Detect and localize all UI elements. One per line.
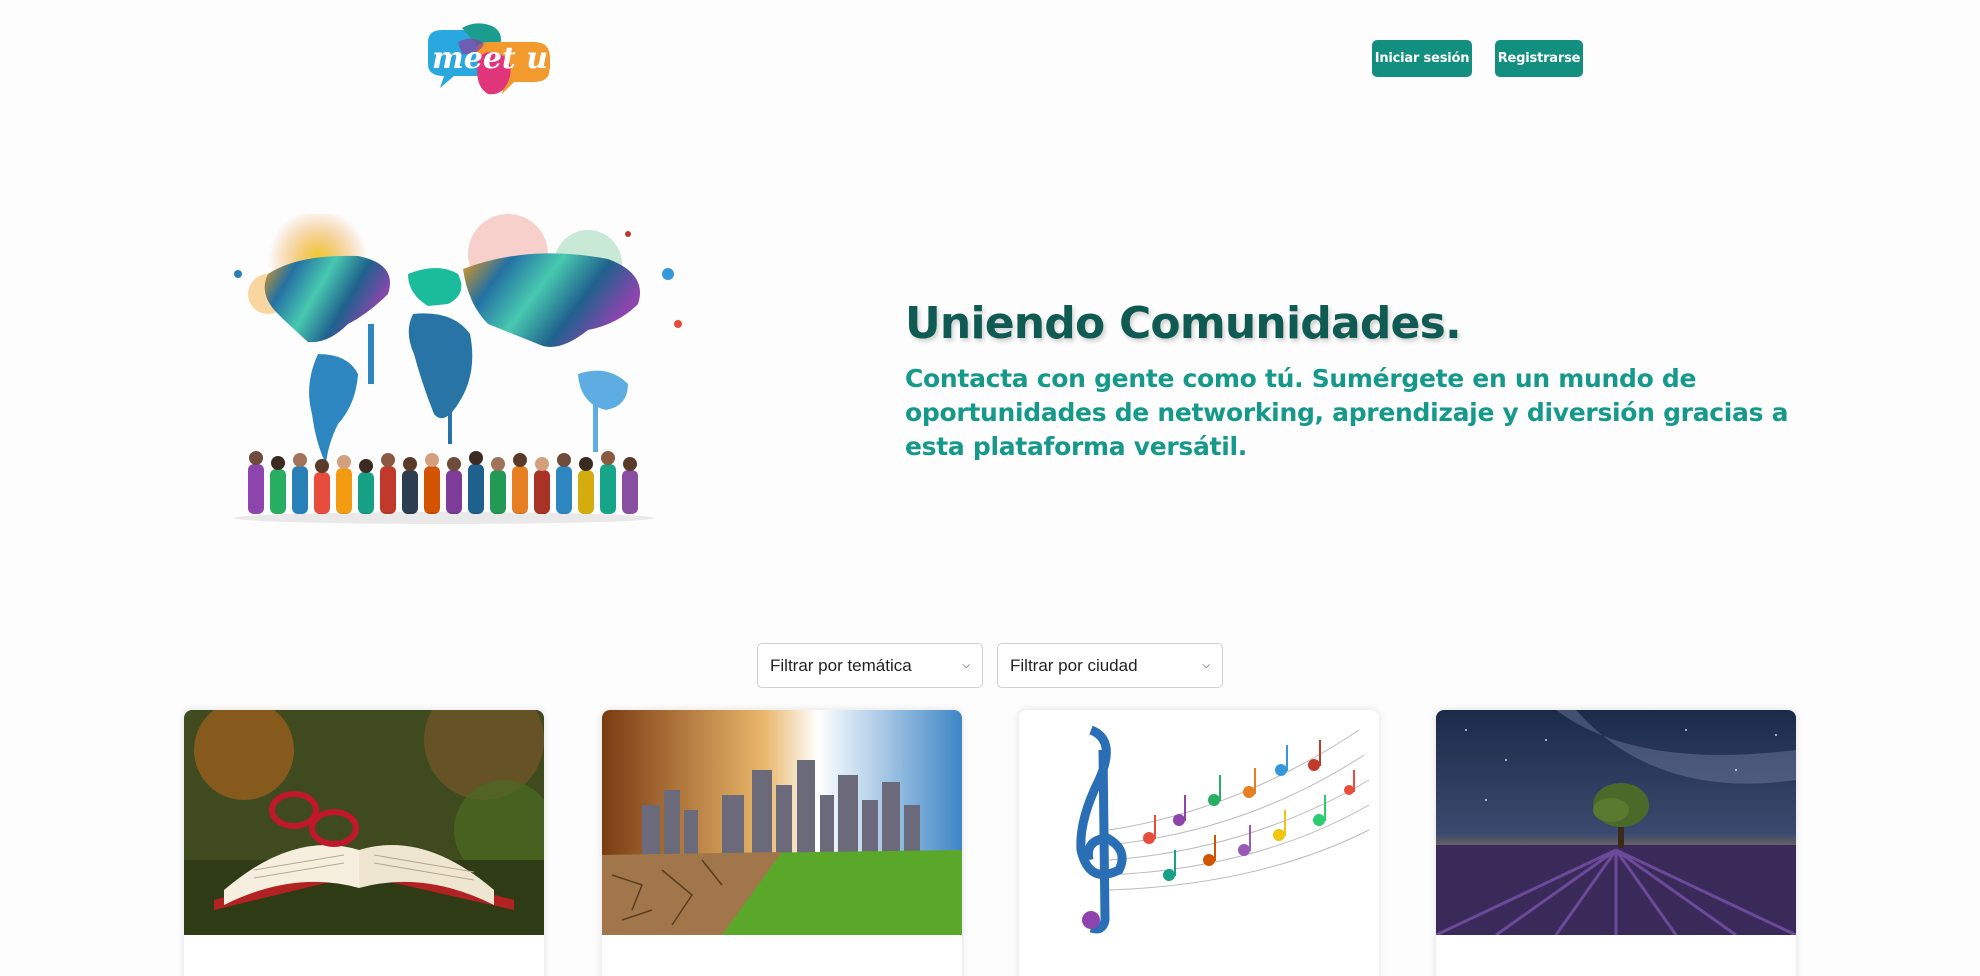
meetup-logo[interactable]: meet up xyxy=(418,20,569,98)
event-card-environment[interactable] xyxy=(602,710,962,976)
chevron-down-icon: ⌵ xyxy=(962,660,970,671)
chevron-down-icon: ⌵ xyxy=(1202,660,1210,671)
city-filter-value: Filtrar por ciudad xyxy=(1010,655,1138,675)
book-image xyxy=(184,710,544,935)
event-card-nature[interactable] xyxy=(1436,710,1796,976)
lavender-field-image xyxy=(1436,710,1796,935)
login-button[interactable]: Iniciar sesión xyxy=(1372,40,1472,77)
music-notes-image xyxy=(1019,710,1379,935)
event-card-books[interactable] xyxy=(184,710,544,976)
topic-filter-select[interactable]: Filtrar por temática ⌵ xyxy=(757,643,983,688)
logo-text: meet up xyxy=(432,41,556,76)
world-map-illustration xyxy=(208,209,700,532)
hero-title: Uniendo Comunidades. xyxy=(905,298,1462,349)
hero-subtitle: Contacta con gente como tú. Sumérgete en… xyxy=(905,364,1789,461)
city-environment-image xyxy=(602,710,962,935)
register-button[interactable]: Registrarse xyxy=(1495,40,1583,77)
city-filter-select[interactable]: Filtrar por ciudad ⌵ xyxy=(997,643,1223,688)
event-card-music[interactable] xyxy=(1019,710,1379,976)
topic-filter-value: Filtrar por temática xyxy=(770,655,912,675)
